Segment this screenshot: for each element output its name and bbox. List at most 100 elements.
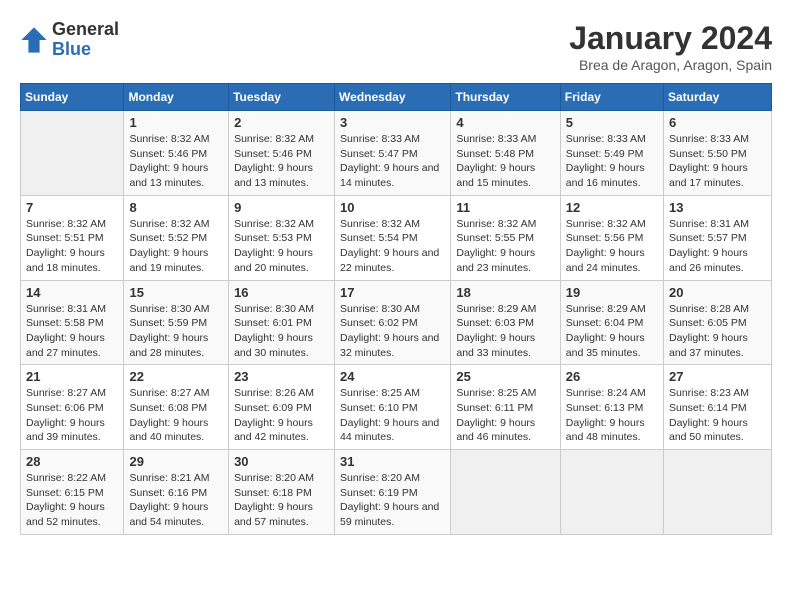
calendar-cell: 17 Sunrise: 8:30 AMSunset: 6:02 PMDayligh… (335, 280, 451, 365)
weekday-header: Saturday (664, 84, 772, 111)
calendar-cell (451, 450, 560, 535)
day-number: 18 (456, 285, 554, 300)
day-info: Sunrise: 8:30 AMSunset: 6:02 PMDaylight:… (340, 302, 445, 361)
day-info: Sunrise: 8:20 AMSunset: 6:19 PMDaylight:… (340, 471, 445, 530)
weekday-header: Wednesday (335, 84, 451, 111)
calendar-cell: 11 Sunrise: 8:32 AMSunset: 5:55 PMDayligh… (451, 195, 560, 280)
weekday-header: Thursday (451, 84, 560, 111)
calendar-cell: 6 Sunrise: 8:33 AMSunset: 5:50 PMDaylight… (664, 111, 772, 196)
day-number: 26 (566, 369, 658, 384)
calendar-cell: 1 Sunrise: 8:32 AMSunset: 5:46 PMDaylight… (124, 111, 229, 196)
day-info: Sunrise: 8:31 AMSunset: 5:58 PMDaylight:… (26, 302, 118, 361)
calendar-cell: 7 Sunrise: 8:32 AMSunset: 5:51 PMDaylight… (21, 195, 124, 280)
day-number: 20 (669, 285, 766, 300)
day-info: Sunrise: 8:25 AMSunset: 6:10 PMDaylight:… (340, 386, 445, 445)
calendar-week-row: 21Sunrise: 8:27 AMSunset: 6:06 PMDayligh… (21, 365, 772, 450)
day-number: 12 (566, 200, 658, 215)
weekday-header: Friday (560, 84, 663, 111)
weekday-header: Tuesday (229, 84, 335, 111)
logo-blue: Blue (52, 39, 91, 59)
day-number: 23 (234, 369, 329, 384)
day-info: Sunrise: 8:33 AMSunset: 5:49 PMDaylight:… (566, 132, 658, 191)
day-number: 17 (340, 285, 445, 300)
day-info: Sunrise: 8:32 AMSunset: 5:51 PMDaylight:… (26, 217, 118, 276)
day-number: 30 (234, 454, 329, 469)
weekday-header: Monday (124, 84, 229, 111)
day-number: 6 (669, 115, 766, 130)
calendar-cell: 31Sunrise: 8:20 AMSunset: 6:19 PMDayligh… (335, 450, 451, 535)
calendar-cell: 3 Sunrise: 8:33 AMSunset: 5:47 PMDaylight… (335, 111, 451, 196)
day-number: 21 (26, 369, 118, 384)
location: Brea de Aragon, Aragon, Spain (569, 57, 772, 73)
day-number: 14 (26, 285, 118, 300)
day-info: Sunrise: 8:26 AMSunset: 6:09 PMDaylight:… (234, 386, 329, 445)
day-info: Sunrise: 8:32 AMSunset: 5:53 PMDaylight:… (234, 217, 329, 276)
day-number: 15 (129, 285, 223, 300)
day-info: Sunrise: 8:30 AMSunset: 5:59 PMDaylight:… (129, 302, 223, 361)
calendar-cell: 24 Sunrise: 8:25 AMSunset: 6:10 PMDayligh… (335, 365, 451, 450)
day-info: Sunrise: 8:33 AMSunset: 5:50 PMDaylight:… (669, 132, 766, 191)
day-info: Sunrise: 8:30 AMSunset: 6:01 PMDaylight:… (234, 302, 329, 361)
day-number: 16 (234, 285, 329, 300)
calendar-cell: 14 Sunrise: 8:31 AMSunset: 5:58 PMDayligh… (21, 280, 124, 365)
calendar-cell: 26 Sunrise: 8:24 AMSunset: 6:13 PMDayligh… (560, 365, 663, 450)
logo: General Blue (20, 20, 119, 60)
calendar-cell (664, 450, 772, 535)
page-header: General Blue January 2024 Brea de Aragon… (20, 20, 772, 73)
logo-text: General Blue (52, 20, 119, 60)
day-number: 29 (129, 454, 223, 469)
calendar-table: SundayMondayTuesdayWednesdayThursdayFrid… (20, 83, 772, 535)
day-info: Sunrise: 8:32 AMSunset: 5:52 PMDaylight:… (129, 217, 223, 276)
day-info: Sunrise: 8:29 AMSunset: 6:03 PMDaylight:… (456, 302, 554, 361)
day-number: 4 (456, 115, 554, 130)
day-info: Sunrise: 8:32 AMSunset: 5:54 PMDaylight:… (340, 217, 445, 276)
day-number: 25 (456, 369, 554, 384)
calendar-cell (560, 450, 663, 535)
calendar-week-row: 1 Sunrise: 8:32 AMSunset: 5:46 PMDaylight… (21, 111, 772, 196)
weekday-header: Sunday (21, 84, 124, 111)
day-number: 8 (129, 200, 223, 215)
day-number: 19 (566, 285, 658, 300)
calendar-cell: 16 Sunrise: 8:30 AMSunset: 6:01 PMDayligh… (229, 280, 335, 365)
calendar-cell: 21Sunrise: 8:27 AMSunset: 6:06 PMDayligh… (21, 365, 124, 450)
day-number: 3 (340, 115, 445, 130)
day-number: 28 (26, 454, 118, 469)
day-info: Sunrise: 8:27 AMSunset: 6:08 PMDaylight:… (129, 386, 223, 445)
day-info: Sunrise: 8:21 AMSunset: 6:16 PMDaylight:… (129, 471, 223, 530)
day-info: Sunrise: 8:33 AMSunset: 5:48 PMDaylight:… (456, 132, 554, 191)
day-number: 7 (26, 200, 118, 215)
calendar-cell (21, 111, 124, 196)
calendar-cell: 20Sunrise: 8:28 AMSunset: 6:05 PMDayligh… (664, 280, 772, 365)
calendar-cell: 13 Sunrise: 8:31 AMSunset: 5:57 PMDayligh… (664, 195, 772, 280)
calendar-week-row: 7 Sunrise: 8:32 AMSunset: 5:51 PMDaylight… (21, 195, 772, 280)
calendar-cell: 4 Sunrise: 8:33 AMSunset: 5:48 PMDaylight… (451, 111, 560, 196)
day-info: Sunrise: 8:32 AMSunset: 5:46 PMDaylight:… (234, 132, 329, 191)
calendar-cell: 25Sunrise: 8:25 AMSunset: 6:11 PMDayligh… (451, 365, 560, 450)
day-info: Sunrise: 8:33 AMSunset: 5:47 PMDaylight:… (340, 132, 445, 191)
calendar-cell: 23 Sunrise: 8:26 AMSunset: 6:09 PMDayligh… (229, 365, 335, 450)
day-number: 11 (456, 200, 554, 215)
logo-icon (20, 26, 48, 54)
day-info: Sunrise: 8:29 AMSunset: 6:04 PMDaylight:… (566, 302, 658, 361)
calendar-week-row: 14 Sunrise: 8:31 AMSunset: 5:58 PMDayligh… (21, 280, 772, 365)
calendar-cell: 30 Sunrise: 8:20 AMSunset: 6:18 PMDayligh… (229, 450, 335, 535)
day-info: Sunrise: 8:20 AMSunset: 6:18 PMDaylight:… (234, 471, 329, 530)
calendar-cell: 27Sunrise: 8:23 AMSunset: 6:14 PMDayligh… (664, 365, 772, 450)
calendar-cell: 10Sunrise: 8:32 AMSunset: 5:54 PMDayligh… (335, 195, 451, 280)
weekday-header-row: SundayMondayTuesdayWednesdayThursdayFrid… (21, 84, 772, 111)
day-number: 9 (234, 200, 329, 215)
calendar-cell: 8 Sunrise: 8:32 AMSunset: 5:52 PMDaylight… (124, 195, 229, 280)
calendar-cell: 19 Sunrise: 8:29 AMSunset: 6:04 PMDayligh… (560, 280, 663, 365)
calendar-cell: 12Sunrise: 8:32 AMSunset: 5:56 PMDayligh… (560, 195, 663, 280)
day-info: Sunrise: 8:24 AMSunset: 6:13 PMDaylight:… (566, 386, 658, 445)
day-number: 24 (340, 369, 445, 384)
month-title: January 2024 (569, 20, 772, 57)
calendar-cell: 2 Sunrise: 8:32 AMSunset: 5:46 PMDaylight… (229, 111, 335, 196)
day-number: 1 (129, 115, 223, 130)
day-info: Sunrise: 8:32 AMSunset: 5:46 PMDaylight:… (129, 132, 223, 191)
day-info: Sunrise: 8:31 AMSunset: 5:57 PMDaylight:… (669, 217, 766, 276)
calendar-cell: 22Sunrise: 8:27 AMSunset: 6:08 PMDayligh… (124, 365, 229, 450)
day-number: 2 (234, 115, 329, 130)
day-number: 13 (669, 200, 766, 215)
day-info: Sunrise: 8:32 AMSunset: 5:55 PMDaylight:… (456, 217, 554, 276)
